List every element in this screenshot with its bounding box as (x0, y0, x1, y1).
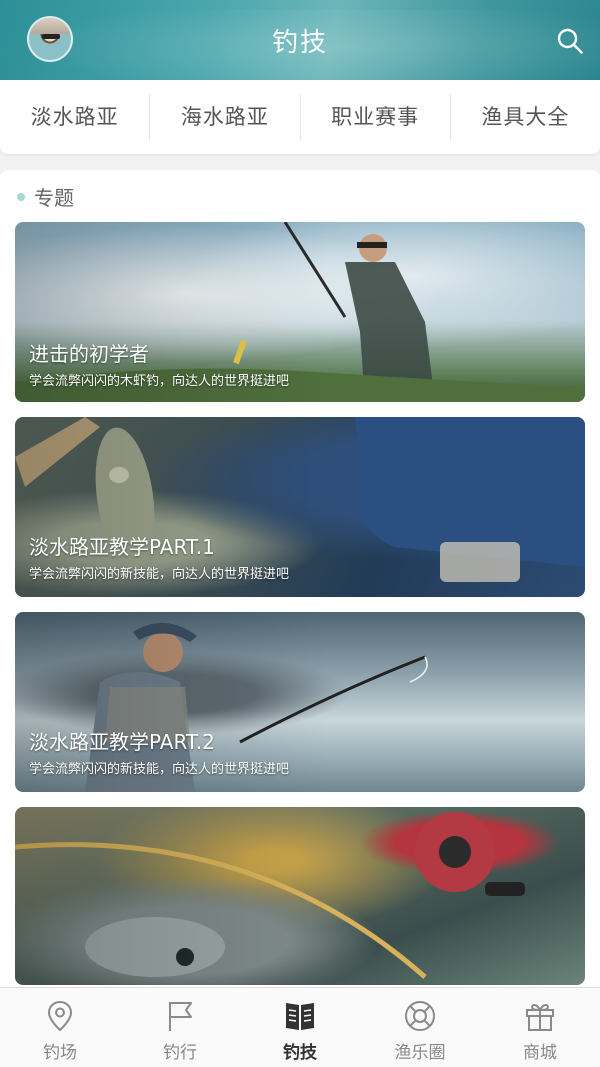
page-title: 钓技 (271, 28, 328, 58)
section-dot (17, 193, 25, 201)
tab-freshwater-lure[interactable]: 淡水路亚 (0, 94, 151, 140)
card-shade (15, 807, 585, 985)
nav-label: 钓行 (163, 1043, 197, 1063)
nav-item-fishing-circle[interactable]: 渔乐圈 (360, 988, 480, 1067)
card-title: 淡水路亚教学PART.2 (29, 730, 215, 754)
gift-icon (526, 1004, 554, 1031)
card-title: 进击的初学者 (29, 342, 149, 366)
topic-card-beginner[interactable]: 进击的初学者 学会流弊闪闪的木虾钓，向达人的世界挺进吧 (15, 222, 585, 402)
nav-label: 钓场 (43, 1043, 77, 1063)
category-tabs: 淡水路亚 海水路亚 职业赛事 渔具大全 (0, 80, 600, 154)
section-title: 专题 (34, 186, 74, 210)
nav-item-fishing-spots[interactable]: 钓场 (0, 988, 120, 1067)
tab-tackle-encyclopedia[interactable]: 渔具大全 (451, 94, 600, 140)
tab-pro-tournaments[interactable]: 职业赛事 (301, 94, 451, 140)
topic-card-gear[interactable] (15, 807, 585, 985)
bottom-nav: 钓场 钓行 钓技 渔乐圈 商城 (0, 987, 600, 1067)
card-subtitle: 学会流弊闪闪的新技能，向达人的世界挺进吧 (29, 762, 290, 777)
nav-item-trips[interactable]: 钓行 (120, 988, 240, 1067)
book-icon (286, 1003, 314, 1030)
card-subtitle: 学会流弊闪闪的木虾钓，向达人的世界挺进吧 (29, 374, 290, 389)
flag-icon (169, 1002, 192, 1031)
topic-card-freshwater-part2[interactable]: 淡水路亚教学PART.2 学会流弊闪闪的新技能，向达人的世界挺进吧 (15, 612, 585, 792)
lifebuoy-icon (405, 1001, 435, 1031)
nav-label: 商城 (523, 1043, 557, 1063)
topic-card-freshwater-part1[interactable]: 淡水路亚教学PART.1 学会流弊闪闪的新技能，向达人的世界挺进吧 (15, 417, 585, 597)
search-icon[interactable] (556, 27, 584, 55)
nav-label: 钓技 (283, 1043, 317, 1063)
card-title: 淡水路亚教学PART.1 (29, 535, 215, 559)
nav-label: 渔乐圈 (394, 1043, 446, 1063)
top-header: 钓技 (0, 0, 600, 80)
nav-item-shop[interactable]: 商城 (480, 988, 600, 1067)
card-subtitle: 学会流弊闪闪的新技能，向达人的世界挺进吧 (29, 567, 290, 582)
nav-item-techniques[interactable]: 钓技 (240, 988, 360, 1067)
location-pin-icon (47, 1000, 73, 1032)
tab-saltwater-lure[interactable]: 海水路亚 (150, 94, 301, 140)
